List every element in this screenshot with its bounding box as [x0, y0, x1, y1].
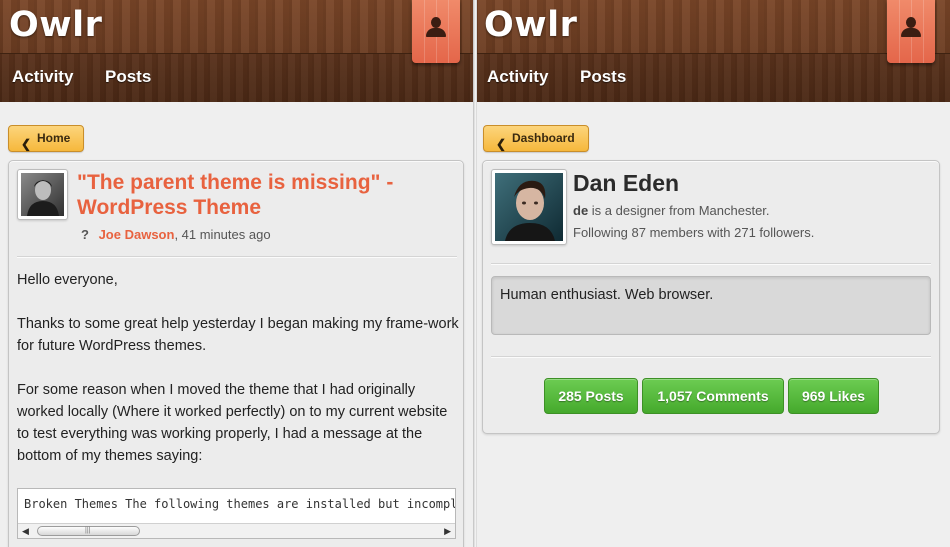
nav-posts[interactable]: Posts [105, 67, 151, 87]
app-logo[interactable]: Owlr [9, 5, 102, 45]
help-icon: ? [81, 227, 89, 242]
profile-description-text: is a designer from Manchester. [588, 203, 770, 218]
main-nav: Activity Posts [0, 54, 475, 102]
post-paragraph: Hello everyone, [17, 272, 118, 288]
nav-activity[interactable]: Activity [487, 67, 548, 87]
divider [491, 356, 931, 357]
bio-box: Human enthusiast. Web browser. [491, 276, 931, 335]
code-text: Broken Themes The following themes are i… [24, 497, 456, 511]
screen-divider [473, 0, 477, 547]
user-icon [425, 17, 447, 39]
code-block[interactable]: Broken Themes The following themes are i… [17, 488, 456, 539]
post-body: Hello everyone, Thanks to some great hel… [17, 269, 459, 489]
author-photo [21, 173, 64, 216]
chevron-left-icon: ❮ [21, 137, 32, 151]
profile-username: de [573, 203, 589, 218]
likes-count-button[interactable]: 969 Likes [788, 378, 879, 414]
nav-posts[interactable]: Posts [580, 67, 626, 87]
home-back-button[interactable]: ❮ Home [8, 125, 85, 152]
post-card: "The parent theme is missing" - WordPres… [8, 160, 464, 547]
main-nav: Activity Posts [475, 54, 950, 102]
post-meta: ? Joe Dawson, 41 minutes ago [81, 227, 271, 242]
header-topbar: Owlr [0, 0, 475, 54]
back-button-label: Dashboard [512, 131, 575, 145]
horizontal-scrollbar[interactable]: ◀ ||| ▶ [18, 523, 455, 538]
post-author-link[interactable]: Joe Dawson [99, 227, 175, 242]
nav-activity[interactable]: Activity [12, 67, 73, 87]
profile-name: Dan Eden [573, 170, 680, 196]
profile-card: Dan Eden de is a designer from Mancheste… [482, 160, 940, 434]
post-paragraph: For some reason when I moved the theme t… [17, 382, 448, 464]
app-header: Owlr Activity Posts [0, 0, 475, 102]
chevron-left-icon: ❮ [496, 137, 507, 151]
scrollbar-thumb[interactable]: ||| [37, 526, 140, 536]
divider [491, 263, 931, 264]
scroll-left-icon[interactable]: ◀ [22, 526, 29, 537]
post-screen: Owlr Activity Posts ❮ Home "The parent t… [0, 0, 475, 547]
comments-count-button[interactable]: 1,057 Comments [642, 378, 784, 414]
posts-count-button[interactable]: 285 Posts [544, 378, 638, 414]
app: Owlr Activity Posts ❮ Home "The parent t… [0, 0, 950, 547]
user-icon [900, 17, 922, 39]
divider [17, 256, 457, 257]
profile-photo [495, 173, 563, 241]
post-title: "The parent theme is missing" - WordPres… [77, 171, 394, 219]
profile-description: de is a designer from Manchester. [573, 203, 770, 218]
back-button-label: Home [37, 131, 71, 145]
author-avatar[interactable] [17, 169, 68, 220]
dashboard-back-button[interactable]: ❮ Dashboard [483, 125, 589, 152]
profile-avatar[interactable] [491, 169, 567, 245]
post-time: , 41 minutes ago [174, 227, 271, 242]
scroll-right-icon[interactable]: ▶ [444, 526, 451, 537]
post-paragraph: Thanks to some great help yesterday I be… [17, 316, 459, 354]
app-logo[interactable]: Owlr [484, 5, 577, 45]
app-header: Owlr Activity Posts [475, 0, 950, 102]
profile-following: Following 87 members with 271 followers. [573, 225, 815, 240]
profile-screen: Owlr Activity Posts ❮ Dashboard Dan Eden… [475, 0, 950, 547]
header-topbar: Owlr [475, 0, 950, 54]
bio-text: Human enthusiast. Web browser. [500, 287, 714, 303]
